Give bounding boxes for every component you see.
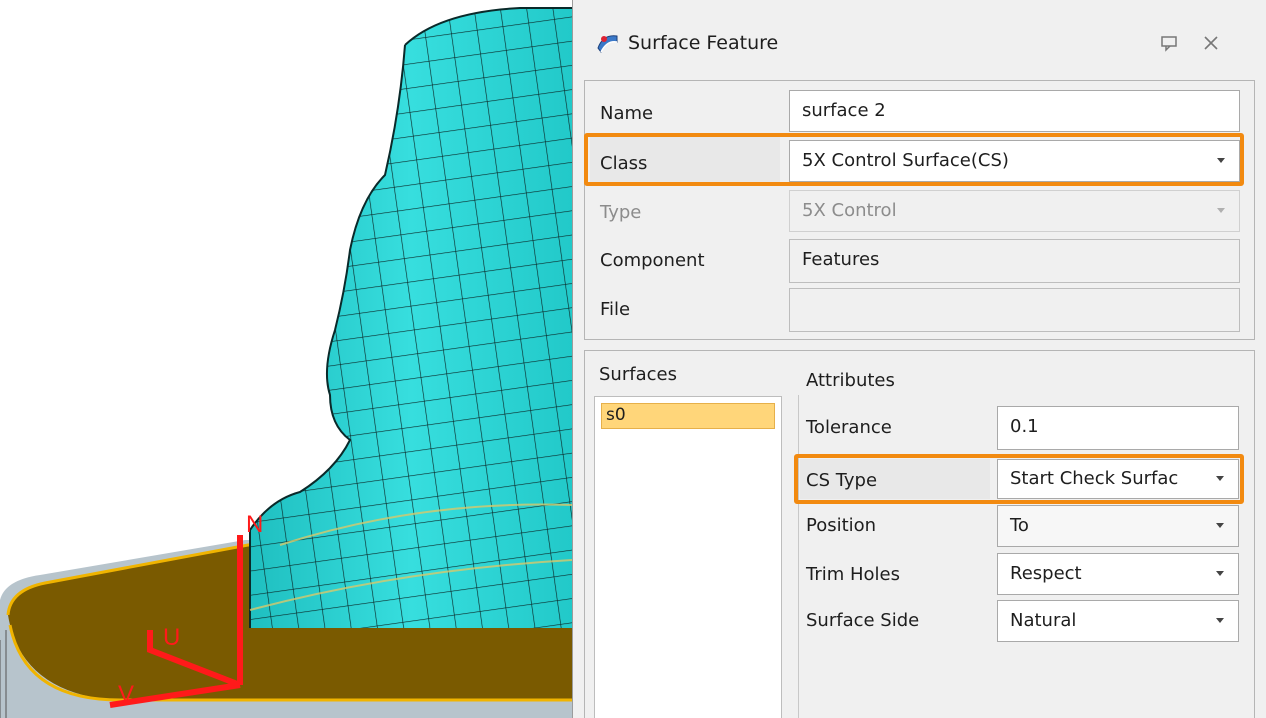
component-label: Component <box>600 250 705 271</box>
chevron-down-icon[interactable] <box>1216 523 1224 528</box>
3d-viewport[interactable]: N U V <box>0 0 572 718</box>
trim-holes-label: Trim Holes <box>806 564 901 585</box>
chevron-down-icon[interactable] <box>1217 158 1225 163</box>
surfaces-header: Surfaces <box>599 364 677 385</box>
list-item[interactable]: s0 <box>601 403 775 429</box>
position-label: Position <box>806 515 877 536</box>
bust-mesh <box>249 7 572 628</box>
file-field[interactable] <box>789 288 1240 332</box>
axis-label-u: U <box>163 624 180 651</box>
model-canvas[interactable]: N U V <box>0 0 572 718</box>
chevron-down-icon[interactable] <box>1217 208 1225 213</box>
cs-type-value: Start Check Surfac <box>1010 468 1179 489</box>
surfaces-list[interactable]: s0 <box>594 396 782 718</box>
cs-type-label: CS Type <box>806 470 878 491</box>
position-value: To <box>1010 515 1029 536</box>
axis-label-n: N <box>246 511 263 538</box>
type-label: Type <box>600 202 642 223</box>
pin-icon[interactable] <box>1157 31 1181 55</box>
surface-side-value: Natural <box>1010 610 1077 631</box>
trim-holes-combobox[interactable]: Respect <box>997 553 1239 595</box>
dialog-title: Surface Feature <box>628 32 779 54</box>
name-field[interactable]: surface 2 <box>789 90 1240 132</box>
chevron-down-icon[interactable] <box>1216 476 1224 481</box>
position-combobox[interactable]: To <box>997 505 1239 547</box>
class-value: 5X Control Surface(CS) <box>802 150 1009 171</box>
surface-feature-icon <box>597 35 618 53</box>
tolerance-field[interactable]: 0.1 <box>997 406 1239 450</box>
tolerance-label: Tolerance <box>806 417 892 438</box>
trim-holes-value: Respect <box>1010 563 1082 584</box>
cs-type-combobox[interactable]: Start Check Surfac <box>997 459 1239 499</box>
type-value: 5X Control <box>802 200 897 221</box>
dialog-titlebar[interactable]: Surface Feature <box>573 0 1266 80</box>
name-label: Name <box>600 103 654 124</box>
surface-side-label: Surface Side <box>806 610 920 631</box>
surface-feature-dialog: Surface Feature Name surface 2 Class 5X … <box>572 0 1266 718</box>
type-combobox[interactable]: 5X Control <box>789 190 1240 232</box>
axis-label-v: V <box>118 681 134 708</box>
chevron-down-icon[interactable] <box>1216 571 1224 576</box>
close-icon[interactable] <box>1199 31 1223 55</box>
class-label: Class <box>600 153 648 174</box>
component-field[interactable]: Features <box>789 239 1240 283</box>
chevron-down-icon[interactable] <box>1216 618 1224 623</box>
attributes-header: Attributes <box>806 370 895 391</box>
file-label: File <box>600 299 631 320</box>
surface-side-combobox[interactable]: Natural <box>997 600 1239 642</box>
class-combobox[interactable]: 5X Control Surface(CS) <box>789 140 1240 182</box>
